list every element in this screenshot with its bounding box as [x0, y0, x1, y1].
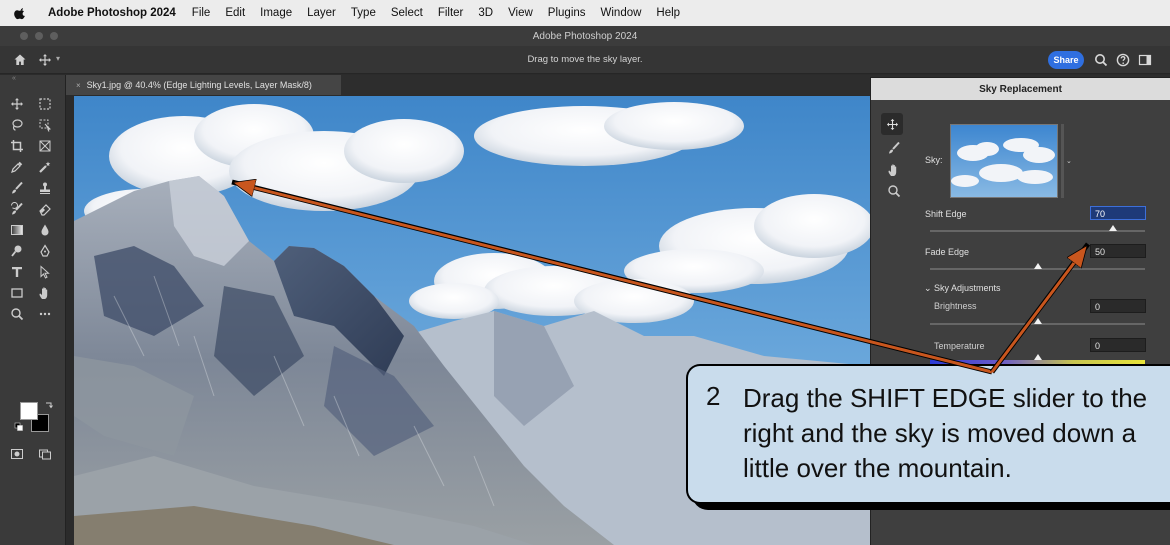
menu-filter[interactable]: Filter — [438, 7, 464, 19]
menu-plugins[interactable]: Plugins — [548, 7, 586, 19]
document-tab[interactable]: × Sky1.jpg @ 40.4% (Edge Lighting Levels… — [66, 75, 341, 95]
minimize-window-button[interactable] — [35, 32, 43, 40]
app-menu[interactable]: Adobe Photoshop 2024 — [48, 7, 176, 19]
hand-icon[interactable] — [887, 163, 901, 177]
instruction-callout: 2 Drag the SHIFT EDGE slider to the righ… — [686, 364, 1170, 504]
move-tool-icon[interactable] — [8, 95, 26, 113]
apple-icon[interactable] — [14, 6, 28, 20]
step-text: Drag the SHIFT EDGE slider to the right … — [743, 383, 1148, 483]
object-select-tool-icon[interactable] — [36, 116, 54, 134]
zoom-icon[interactable] — [887, 184, 901, 198]
menu-window[interactable]: Window — [601, 7, 642, 19]
sky-move-tool-icon[interactable] — [881, 113, 903, 135]
photoshop-window: Adobe Photoshop 2024 File Edit Image Lay… — [0, 0, 1170, 545]
dialog-title: Sky Replacement — [871, 78, 1170, 100]
default-colors-icon[interactable] — [14, 422, 24, 432]
lasso-tool-icon[interactable] — [8, 116, 26, 134]
quick-mask-icon[interactable] — [8, 445, 26, 463]
sky-preset-image — [951, 125, 1057, 197]
crop-tool-icon[interactable] — [8, 137, 26, 155]
brightness-slider-thumb[interactable] — [1033, 318, 1042, 324]
sky-adjustments-section[interactable]: Sky Adjustments — [934, 283, 1001, 293]
clone-stamp-tool-icon[interactable] — [36, 179, 54, 197]
path-selection-tool-icon[interactable] — [36, 263, 54, 281]
search-icon[interactable] — [1094, 53, 1108, 67]
sky-label: Sky: — [925, 155, 943, 165]
rectangle-tool-icon[interactable] — [8, 284, 26, 302]
sky-preset-chevron-down-icon[interactable]: ⌄ — [1066, 157, 1072, 165]
window-controls — [20, 32, 58, 40]
zoom-tool-icon[interactable] — [8, 305, 26, 323]
menu-file[interactable]: File — [192, 7, 211, 19]
frame-tool-icon[interactable] — [36, 137, 54, 155]
window-titlebar: Adobe Photoshop 2024 — [0, 26, 1170, 46]
close-window-button[interactable] — [20, 32, 28, 40]
options-bar: ▾ Drag to move the sky layer. Share — [0, 46, 1170, 74]
tools-panel: « — [0, 75, 66, 545]
fade-edge-input[interactable]: 50 — [1090, 244, 1146, 258]
collapse-panel-icon[interactable]: « — [12, 75, 16, 82]
menu-bar: Adobe Photoshop 2024 File Edit Image Lay… — [0, 0, 1170, 26]
share-button[interactable]: Share — [1048, 51, 1084, 69]
more-tools-icon[interactable] — [36, 305, 54, 323]
foreground-color-swatch[interactable] — [20, 402, 38, 420]
fade-edge-slider-thumb[interactable] — [1033, 263, 1042, 269]
window-title: Adobe Photoshop 2024 — [532, 30, 638, 42]
menu-view[interactable]: View — [508, 7, 533, 19]
step-number: 2 — [706, 381, 721, 411]
menu-type[interactable]: Type — [351, 7, 376, 19]
pen-tool-icon[interactable] — [36, 242, 54, 260]
spot-healing-tool-icon[interactable] — [36, 158, 54, 176]
options-hint: Drag to move the sky layer. — [527, 54, 643, 65]
brightness-input[interactable]: 0 — [1090, 299, 1146, 313]
fade-edge-label: Fade Edge — [925, 247, 970, 257]
type-tool-icon[interactable] — [8, 263, 26, 281]
zoom-window-button[interactable] — [50, 32, 58, 40]
temperature-label: Temperature — [934, 341, 985, 351]
menu-help[interactable]: Help — [656, 7, 680, 19]
shift-edge-label: Shift Edge — [925, 209, 967, 219]
eyedropper-tool-icon[interactable] — [8, 158, 26, 176]
menu-image[interactable]: Image — [260, 7, 292, 19]
shift-edge-input[interactable]: 70 — [1090, 206, 1146, 220]
menu-edit[interactable]: Edit — [225, 7, 245, 19]
swap-colors-icon[interactable] — [44, 400, 54, 410]
menu-layer[interactable]: Layer — [307, 7, 336, 19]
eraser-tool-icon[interactable] — [36, 200, 54, 218]
screen-mode-icon[interactable] — [36, 445, 54, 463]
sky-preset-thumbnail[interactable] — [950, 124, 1058, 198]
hand-tool-icon[interactable] — [36, 284, 54, 302]
brightness-label: Brightness — [934, 301, 977, 311]
menu-3d[interactable]: 3D — [478, 7, 493, 19]
sky-preset-scrollbar[interactable] — [1061, 124, 1064, 198]
document-tab-title: Sky1.jpg @ 40.4% (Edge Lighting Levels, … — [86, 80, 312, 90]
menu-select[interactable]: Select — [391, 7, 423, 19]
sky-adjustments-chevron-down-icon[interactable]: ⌄ — [924, 283, 932, 294]
help-icon[interactable] — [1116, 53, 1130, 67]
gradient-tool-icon[interactable] — [8, 221, 26, 239]
sky-brush-icon[interactable] — [887, 141, 901, 155]
blur-tool-icon[interactable] — [36, 221, 54, 239]
history-brush-tool-icon[interactable] — [8, 200, 26, 218]
temperature-slider-thumb[interactable] — [1033, 354, 1042, 360]
shift-edge-slider-thumb[interactable] — [1108, 225, 1117, 231]
temperature-input[interactable]: 0 — [1090, 338, 1146, 352]
marquee-tool-icon[interactable] — [36, 95, 54, 113]
workspace-icon[interactable] — [1138, 53, 1152, 67]
dodge-tool-icon[interactable] — [8, 242, 26, 260]
close-tab-icon[interactable]: × — [76, 81, 81, 90]
brush-tool-icon[interactable] — [8, 179, 26, 197]
